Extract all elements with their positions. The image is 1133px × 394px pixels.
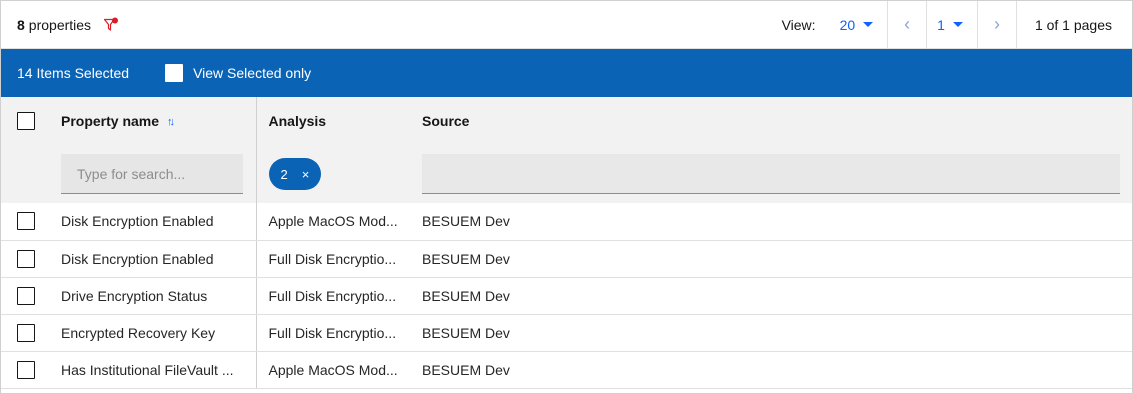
row-checkbox[interactable]: [17, 323, 35, 342]
view-selected-checkbox[interactable]: [165, 64, 184, 82]
column-header-property-name[interactable]: Property name ↑↓: [49, 97, 256, 145]
table-row[interactable]: Disk Encryption Enabled Apple MacOS Mod.…: [1, 203, 1132, 241]
row-select-cell: [1, 277, 49, 315]
table-row[interactable]: Drive Encryption Status Full Disk Encryp…: [1, 277, 1132, 315]
cell-property-name: Disk Encryption Enabled: [49, 203, 256, 241]
properties-panel: 8 properties View: 20 ‹ 1 › 1 of 1 pages…: [0, 0, 1133, 394]
properties-table: Property name ↑↓ Analysis Source 2 ×: [1, 97, 1132, 389]
current-page-select[interactable]: 1: [927, 1, 977, 49]
table-row[interactable]: Disk Encryption Enabled Full Disk Encryp…: [1, 240, 1132, 278]
cell-analysis: Apple MacOS Mod...: [255, 203, 410, 241]
row-select-cell: [1, 203, 49, 241]
cell-property-name: Encrypted Recovery Key: [49, 314, 256, 352]
row-checkbox[interactable]: [17, 249, 35, 268]
close-icon[interactable]: ×: [302, 167, 310, 182]
properties-count-number: 8: [17, 16, 25, 33]
analysis-filter-pill[interactable]: 2 ×: [268, 158, 322, 190]
row-select-cell: [1, 351, 49, 389]
caret-down-icon: [863, 22, 874, 27]
analysis-filter-count: 2: [280, 166, 288, 182]
prev-page-button[interactable]: ‹: [888, 1, 926, 49]
table-row[interactable]: Has Institutional FileVault ... Apple Ma…: [1, 351, 1132, 389]
row-checkbox[interactable]: [17, 360, 35, 379]
column-header-analysis[interactable]: Analysis: [255, 97, 410, 145]
page-size-value: 20: [839, 16, 856, 33]
view-selected-label[interactable]: View Selected only: [193, 65, 311, 81]
source-filter-input[interactable]: [422, 154, 1120, 194]
row-select-cell: [1, 240, 49, 278]
cell-analysis: Apple MacOS Mod...: [255, 351, 410, 389]
filter-row: 2 ×: [1, 145, 1132, 203]
caret-down-icon: [952, 22, 963, 27]
chevron-right-icon: ›: [993, 14, 1000, 34]
cell-source: BESUEM Dev: [410, 314, 1132, 352]
pages-summary: 1 of 1 pages: [1034, 16, 1112, 33]
filter-cell-source: [410, 145, 1132, 203]
cell-property-name: Drive Encryption Status: [49, 277, 256, 315]
table-header-row: Property name ↑↓ Analysis Source: [1, 97, 1132, 145]
cell-analysis: Full Disk Encryptio...: [255, 277, 410, 315]
row-checkbox[interactable]: [17, 212, 35, 231]
table-row[interactable]: Encrypted Recovery Key Full Disk Encrypt…: [1, 314, 1132, 352]
page-size-select[interactable]: 20: [830, 1, 888, 49]
cell-source: BESUEM Dev: [410, 277, 1132, 315]
select-all-checkbox[interactable]: [17, 112, 35, 131]
toolbar: 8 properties View: 20 ‹ 1 › 1 of 1 pages: [1, 0, 1132, 49]
cell-analysis: Full Disk Encryptio...: [255, 314, 410, 352]
pagination: View: 20 ‹ 1 › 1 of 1 pages: [781, 0, 1132, 49]
cell-source: BESUEM Dev: [410, 351, 1132, 389]
filter-cell-property-name: [49, 145, 256, 203]
filter-remove-icon[interactable]: [103, 17, 119, 33]
view-label: View:: [781, 16, 816, 33]
cell-source: BESUEM Dev: [410, 240, 1132, 278]
cell-property-name: Disk Encryption Enabled: [49, 240, 256, 278]
row-select-cell: [1, 314, 49, 352]
filter-cell-empty: [1, 145, 49, 203]
selection-bar: 14 Items Selected View Selected only: [1, 49, 1132, 97]
current-page-value: 1: [937, 16, 945, 33]
select-all-cell: [1, 97, 49, 145]
filter-cell-analysis: 2 ×: [255, 145, 410, 203]
properties-count: 8 properties: [1, 17, 119, 33]
column-header-label: Property name: [61, 113, 160, 129]
properties-count-label: properties: [28, 16, 92, 33]
chevron-left-icon: ‹: [904, 14, 911, 34]
sort-icon[interactable]: ↑↓: [167, 116, 175, 128]
next-page-button[interactable]: ›: [978, 1, 1016, 49]
column-header-label: Analysis: [268, 113, 327, 129]
column-header-label: Source: [422, 113, 470, 129]
column-header-source[interactable]: Source: [410, 97, 1132, 145]
selected-count: 14 Items Selected: [17, 65, 130, 81]
property-name-search-input[interactable]: [61, 154, 243, 194]
row-checkbox[interactable]: [17, 286, 35, 305]
cell-analysis: Full Disk Encryptio...: [255, 240, 410, 278]
cell-property-name: Has Institutional FileVault ...: [49, 351, 256, 389]
cell-source: BESUEM Dev: [410, 203, 1132, 241]
